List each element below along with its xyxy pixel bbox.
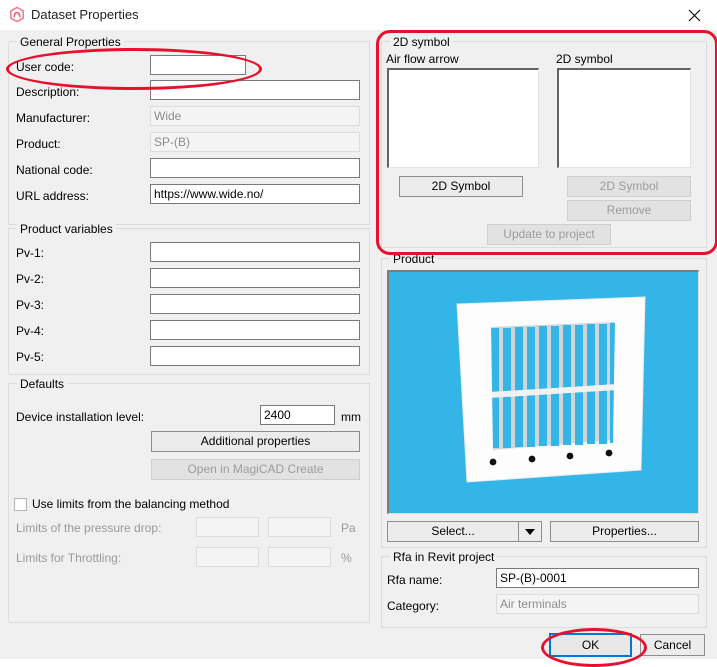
2d-symbol-preview[interactable] — [557, 68, 691, 168]
manufacturer-input — [150, 106, 360, 126]
device-installation-level-input[interactable] — [260, 405, 335, 425]
air-terminal-grille-icon — [389, 272, 698, 513]
pv3-label: Pv-3: — [16, 298, 45, 312]
cancel-button[interactable]: Cancel — [640, 634, 705, 656]
air-flow-2d-symbol-button[interactable]: 2D Symbol — [399, 176, 523, 197]
national-code-label: National code: — [16, 163, 93, 177]
rfa-name-label: Rfa name: — [387, 573, 443, 587]
url-address-input[interactable] — [150, 184, 360, 204]
description-input[interactable] — [150, 80, 360, 100]
rfa-category-input — [496, 594, 699, 614]
select-product-button[interactable]: Select... — [387, 521, 518, 542]
rfa-name-input[interactable] — [496, 568, 699, 588]
defaults-title: Defaults — [17, 377, 68, 391]
throttling-max-input — [268, 547, 331, 567]
general-properties-title: General Properties — [17, 35, 124, 49]
dataset-properties-dialog: General Properties User code: Descriptio… — [0, 30, 717, 667]
throttling-min-input — [196, 547, 259, 567]
product-group-title: Product — [390, 252, 438, 266]
user-code-input[interactable] — [150, 55, 246, 75]
rfa-category-label: Category: — [387, 599, 440, 613]
throttling-unit: % — [341, 551, 352, 565]
manufacturer-label: Manufacturer: — [16, 111, 91, 125]
pressure-drop-label: Limits of the pressure drop: — [16, 521, 162, 535]
national-code-input[interactable] — [150, 158, 360, 178]
air-flow-arrow-preview[interactable] — [387, 68, 539, 168]
pressure-drop-min-input — [196, 517, 259, 537]
product-properties-button[interactable]: Properties... — [550, 521, 699, 542]
user-code-label: User code: — [16, 60, 75, 74]
additional-properties-button[interactable]: Additional properties — [151, 431, 360, 452]
device-level-unit: mm — [341, 410, 361, 424]
product-variables-title: Product variables — [17, 222, 116, 236]
description-label: Description: — [16, 85, 80, 99]
pv5-input[interactable] — [150, 346, 360, 366]
pv2-label: Pv-2: — [16, 272, 45, 286]
pv4-input[interactable] — [150, 320, 360, 340]
title-bar: Dataset Properties — [0, 0, 717, 30]
pressure-drop-max-input — [268, 517, 331, 537]
2d-symbol-group-title: 2D symbol — [390, 35, 453, 49]
2d-symbol-button: 2D Symbol — [567, 176, 691, 197]
rfa-group-title: Rfa in Revit project — [390, 550, 498, 564]
pv1-label: Pv-1: — [16, 246, 45, 260]
2d-symbol-label: 2D symbol — [556, 52, 613, 66]
open-in-magicad-create-button: Open in MagiCAD Create — [151, 459, 360, 480]
pv1-input[interactable] — [150, 242, 360, 262]
url-address-label: URL address: — [16, 189, 89, 203]
pv2-input[interactable] — [150, 268, 360, 288]
device-installation-level-label: Device installation level: — [16, 410, 145, 424]
rfa-group: Rfa in Revit project — [381, 550, 707, 628]
pressure-drop-unit: Pa — [341, 521, 356, 535]
air-flow-arrow-label: Air flow arrow — [386, 52, 459, 66]
pv4-label: Pv-4: — [16, 324, 45, 338]
product-code-input — [150, 132, 360, 152]
window-title: Dataset Properties — [31, 7, 139, 22]
checkbox-box[interactable] — [14, 498, 27, 511]
update-to-project-button: Update to project — [487, 224, 611, 245]
select-dropdown-arrow-icon[interactable] — [518, 521, 542, 542]
magicad-hexagon-icon — [8, 6, 26, 24]
throttling-label: Limits for Throttling: — [16, 551, 122, 565]
pv5-label: Pv-5: — [16, 350, 45, 364]
use-limits-label: Use limits from the balancing method — [32, 497, 230, 511]
remove-symbol-button: Remove — [567, 200, 691, 221]
close-icon[interactable] — [672, 0, 717, 30]
pv3-input[interactable] — [150, 294, 360, 314]
product-label: Product: — [16, 137, 61, 151]
ok-button[interactable]: OK — [549, 633, 632, 657]
product-image-preview[interactable] — [387, 270, 699, 514]
